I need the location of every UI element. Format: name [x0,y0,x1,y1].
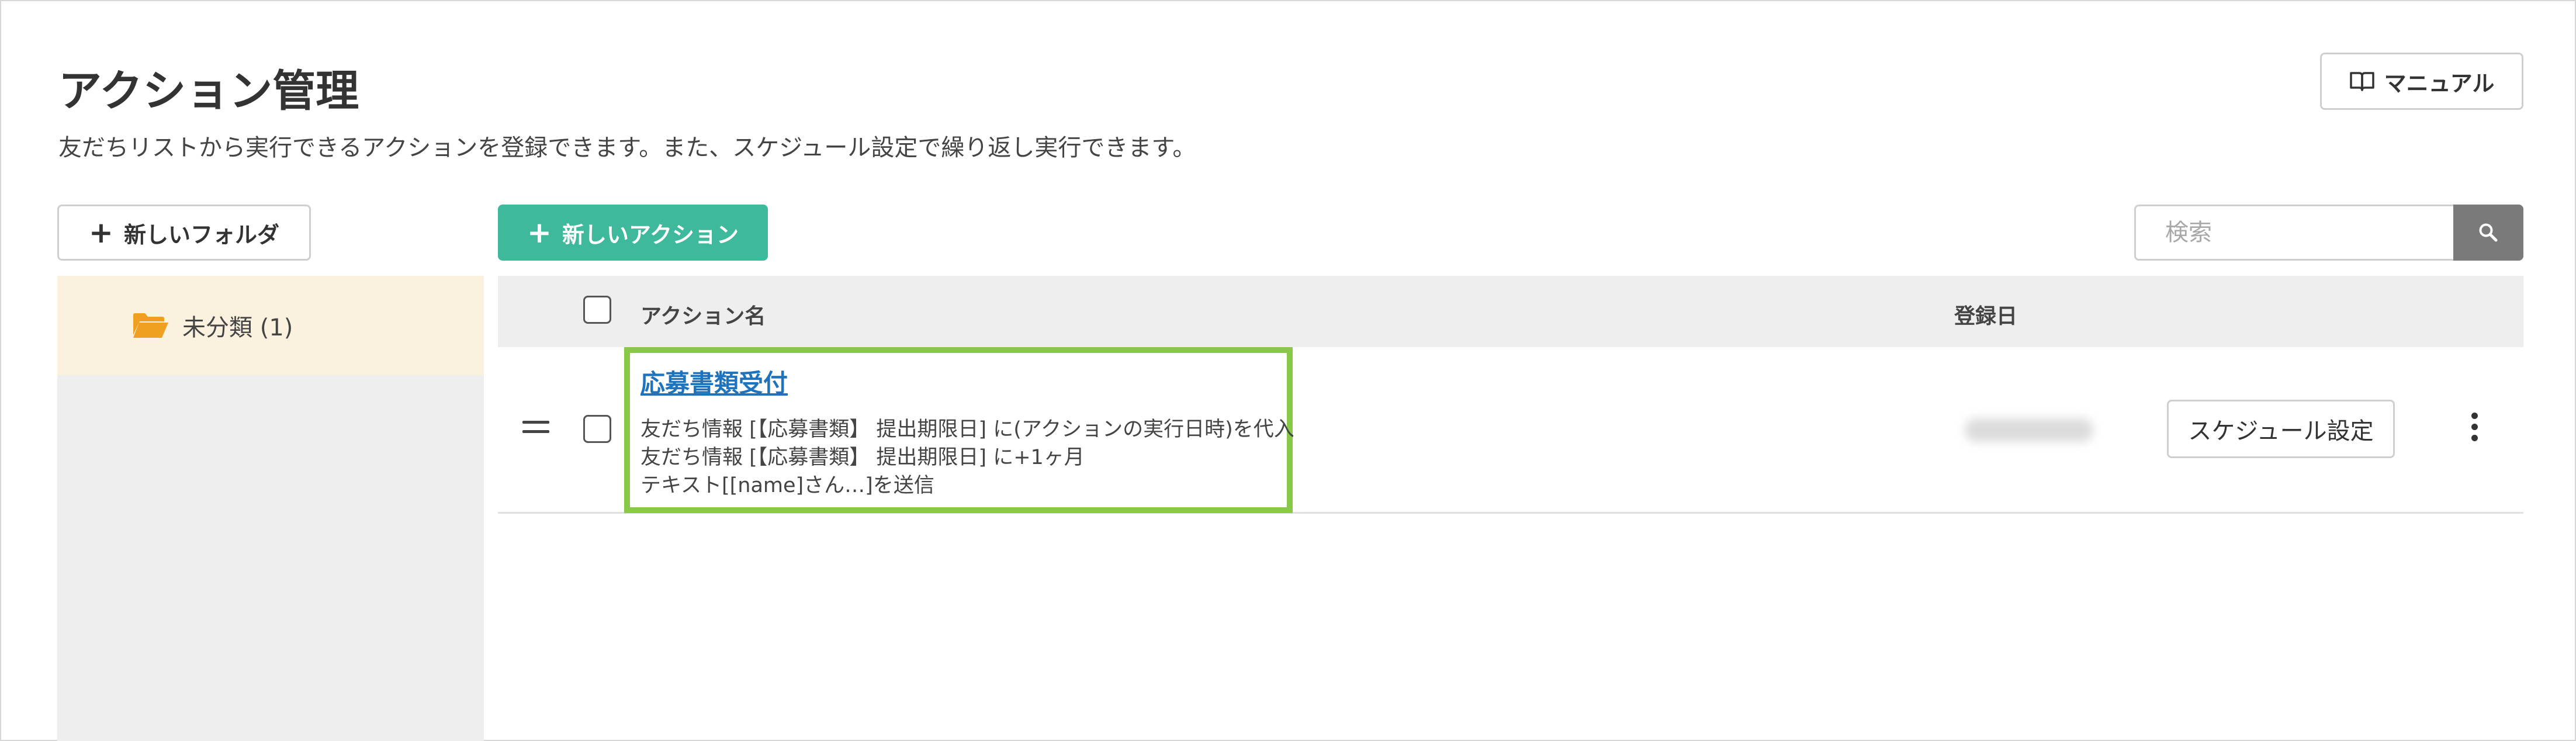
column-header-registered-date: 登録日 [1954,304,2018,328]
search-icon [2479,223,2498,242]
manual-button-label: マニュアル [2384,70,2495,96]
folder-open-icon [133,313,168,338]
folder-sidebar: 未分類 (1) [57,276,484,741]
schedule-settings-button[interactable]: スケジュール設定 [2167,400,2395,458]
search-button[interactable] [2453,205,2523,261]
new-folder-button[interactable]: + 新しいフォルダ [57,205,311,261]
table-header: アクション名 登録日 [498,276,2523,347]
folder-label: 未分類 (1) [182,314,293,341]
search-input[interactable] [2134,205,2453,261]
action-detail: テキスト[[name]さん…]を送信 [640,474,934,497]
table-row: 応募書類受付 友だち情報 [【応募書類】 提出期限日] に(アクションの実行日時… [498,347,2523,514]
new-action-button[interactable]: + 新しいアクション [498,205,768,261]
page-title: アクション管理 [58,66,359,116]
more-vertical-icon[interactable] [2468,413,2480,446]
registered-date-redacted [1965,418,2093,442]
row-checkbox[interactable] [583,415,611,443]
new-action-label: 新しいアクション [562,221,739,248]
column-header-action-name: アクション名 [640,304,766,328]
select-all-checkbox[interactable] [583,296,611,324]
page-description: 友だちリストから実行できるアクションを登録できます。また、スケジュール設定で繰り… [58,134,1196,161]
plus-icon: + [89,216,113,250]
drag-handle-icon[interactable] [522,421,549,439]
manual-button[interactable]: マニュアル [2320,53,2523,110]
new-folder-label: 新しいフォルダ [123,221,279,248]
action-detail: 友だち情報 [【応募書類】 提出期限日] に(アクションの実行日時)を代入 [640,418,1294,441]
plus-icon: + [527,216,552,250]
action-detail: 友だち情報 [【応募書類】 提出期限日] に+1ヶ月 [640,446,1085,469]
action-name-link[interactable]: 応募書類受付 [640,363,788,399]
book-icon [2349,72,2374,91]
folder-item-uncategorized[interactable]: 未分類 (1) [57,276,484,375]
